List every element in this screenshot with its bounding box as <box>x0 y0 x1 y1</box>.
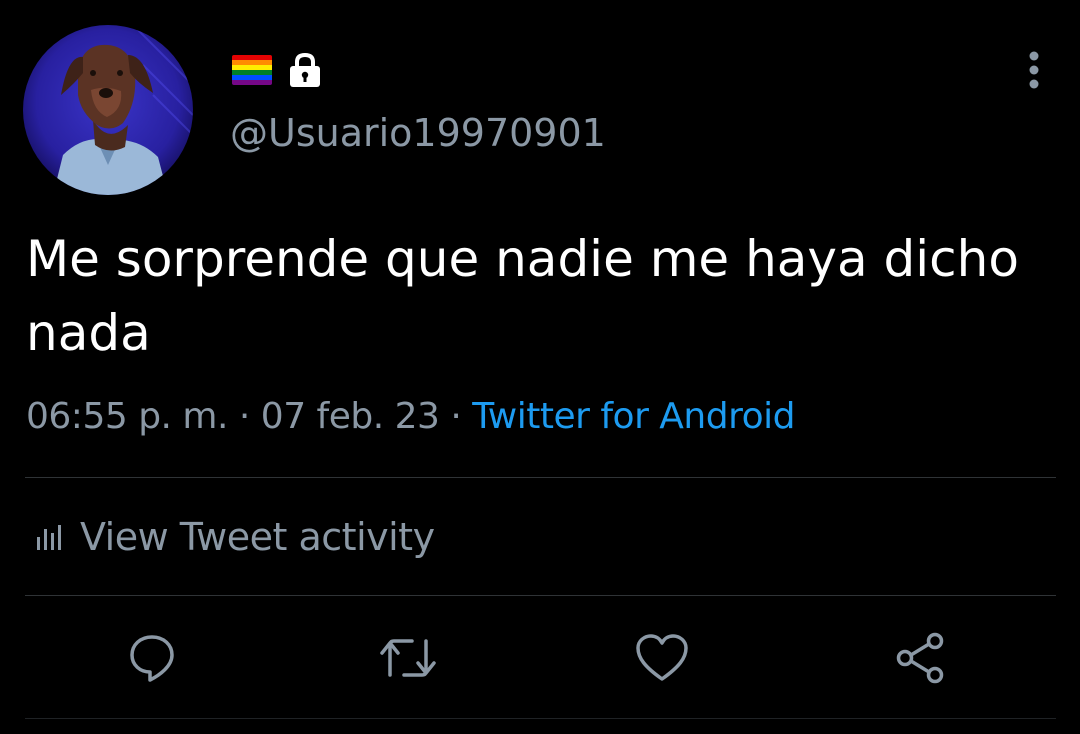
badge-row <box>232 52 322 88</box>
avatar[interactable] <box>23 25 193 195</box>
tweet-meta: 06:55 p. m. · 07 feb. 23 · Twitter for A… <box>26 392 795 442</box>
tweet-date: 07 feb. 23 <box>260 396 440 437</box>
view-tweet-activity-label: View Tweet activity <box>80 515 435 559</box>
rainbow-flag-icon <box>232 55 272 85</box>
meta-separator: · <box>227 396 261 437</box>
more-vertical-icon <box>1029 51 1039 89</box>
avatar-image <box>23 25 193 195</box>
tweet-text: Me sorprende que nadie me haya dicho nad… <box>26 230 1019 362</box>
retweet-button[interactable] <box>378 628 438 688</box>
flag-stripe <box>232 80 272 85</box>
lock-icon <box>290 52 320 87</box>
more-options-button[interactable] <box>1012 48 1056 92</box>
like-button[interactable] <box>632 628 692 688</box>
share-button[interactable] <box>890 628 950 688</box>
retweet-icon <box>380 639 436 677</box>
analytics-icon <box>37 525 61 550</box>
like-icon <box>636 634 688 681</box>
divider <box>25 718 1056 719</box>
tweet-time: 06:55 p. m. <box>26 396 228 437</box>
tweet-detail: @Usuario19970901 Me sorprende que nadie … <box>0 0 1080 734</box>
reply-icon <box>130 635 174 682</box>
user-handle[interactable]: @Usuario19970901 <box>230 110 606 156</box>
tweet-source-link[interactable]: Twitter for Android <box>472 396 795 437</box>
share-icon <box>896 632 944 684</box>
meta-separator: · <box>439 396 473 437</box>
divider <box>25 477 1056 478</box>
view-tweet-activity-button[interactable]: View Tweet activity <box>36 512 435 562</box>
reply-button[interactable] <box>122 628 182 688</box>
divider <box>25 595 1056 596</box>
